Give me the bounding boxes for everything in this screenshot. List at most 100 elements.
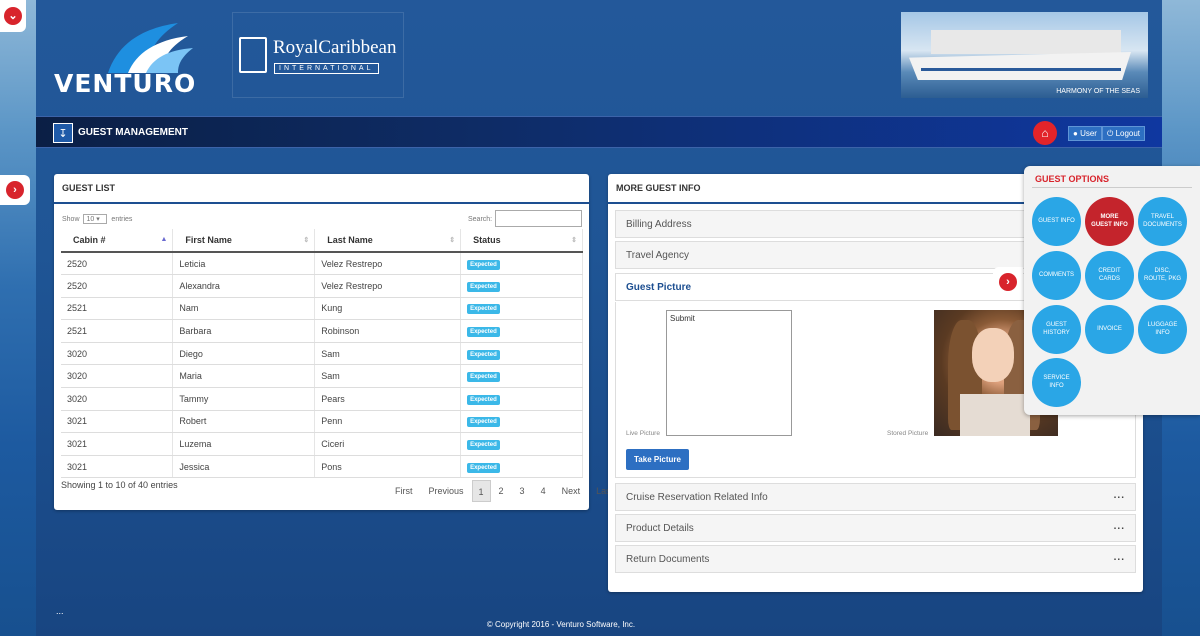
status-badge: Expected xyxy=(467,327,500,338)
option-credit-cards[interactable]: CREDIT CARDS xyxy=(1085,251,1134,300)
table-row[interactable]: 3021 Luzema Ciceri Expected xyxy=(61,432,583,456)
option-service-info[interactable]: SERVICE INFO xyxy=(1032,358,1081,407)
guest-list-title: GUEST LIST xyxy=(54,174,589,204)
table-row[interactable]: 3020 Maria Sam Expected xyxy=(61,364,583,389)
table-row[interactable]: 2520 Alexandra Velez Restrepo Expected xyxy=(61,274,583,298)
cell-status: Expected xyxy=(460,387,583,411)
live-picture-label: Live Picture xyxy=(626,430,660,437)
ship-image: HARMONY OF THE SEAS xyxy=(901,12,1148,98)
more-dots-icon[interactable]: ... xyxy=(1114,552,1125,563)
page-first[interactable]: First xyxy=(387,480,421,502)
table-row[interactable]: 2520 Leticia Velez Restrepo Expected xyxy=(61,252,583,276)
option-travel-documents[interactable]: TRAVEL DOCUMENTS xyxy=(1138,197,1187,246)
status-badge: Expected xyxy=(467,259,500,270)
page-3[interactable]: 3 xyxy=(512,480,533,502)
cell-last: Robinson xyxy=(314,319,462,343)
entries-select[interactable]: 10 ▾ xyxy=(83,214,108,224)
sort-asc-icon: ▲ xyxy=(160,236,168,243)
accordion-return-documents[interactable]: Return Documents... xyxy=(615,545,1136,573)
search-input[interactable] xyxy=(495,210,582,227)
user-button[interactable]: ● User xyxy=(1068,126,1102,141)
pagination: First Previous 1 2 3 4 Next Last xyxy=(387,480,621,502)
option-guest-info[interactable]: GUEST INFO xyxy=(1032,197,1081,246)
cell-status: Expected xyxy=(460,455,583,479)
cell-last: Sam xyxy=(314,364,462,389)
page-2[interactable]: 2 xyxy=(491,480,512,502)
cell-cabin: 2520 xyxy=(61,274,174,298)
crown-anchor-icon xyxy=(239,37,267,73)
cell-cabin: 2521 xyxy=(61,319,174,343)
cell-first: Luzema xyxy=(172,432,316,456)
venturo-wave-icon xyxy=(108,23,193,73)
guest-options-title: GUEST OPTIONS xyxy=(1035,174,1110,184)
option-luggage-info[interactable]: LUGGAGE INFO xyxy=(1138,305,1187,354)
status-badge: Expected xyxy=(467,440,500,451)
cell-status: Expected xyxy=(460,252,583,276)
side-panel-toggle[interactable]: › xyxy=(0,175,30,205)
status-badge: Expected xyxy=(467,372,500,383)
cell-cabin: 3020 xyxy=(61,387,174,411)
chevron-right-icon: › xyxy=(999,273,1017,291)
cell-last: Velez Restrepo xyxy=(314,274,462,298)
cell-first: Jessica xyxy=(172,455,316,479)
venturo-logo: VENTURO xyxy=(52,18,217,98)
option-disc-route-pkg[interactable]: DISC, ROUTE, PKG xyxy=(1138,251,1187,300)
option-comments[interactable]: COMMENTS xyxy=(1032,251,1081,300)
chevron-down-icon: ⌄ xyxy=(4,7,22,25)
cell-cabin: 3020 xyxy=(61,342,174,366)
status-badge: Expected xyxy=(467,349,500,360)
more-dots-icon[interactable]: ... xyxy=(1114,490,1125,501)
page-previous[interactable]: Previous xyxy=(421,480,472,502)
page-1[interactable]: 1 xyxy=(471,480,491,502)
top-panel-toggle[interactable]: ⌄ xyxy=(0,0,26,32)
page-4[interactable]: 4 xyxy=(533,480,554,502)
cell-first: Nam xyxy=(172,297,316,321)
take-picture-button[interactable]: Take Picture xyxy=(626,449,689,470)
accordion-cruise-reservation[interactable]: Cruise Reservation Related Info... xyxy=(615,483,1136,511)
home-icon: ⌂ xyxy=(1041,126,1049,140)
cell-cabin: 3020 xyxy=(61,364,174,389)
cell-first: Tammy xyxy=(172,387,316,411)
accordion-product-details[interactable]: Product Details... xyxy=(615,514,1136,542)
column-last-name[interactable]: Last Name ⇕ xyxy=(314,229,462,253)
cell-last: Sam xyxy=(314,342,462,366)
cell-status: Expected xyxy=(460,342,583,366)
cell-status: Expected xyxy=(460,410,583,434)
option-guest-history[interactable]: GUEST HISTORY xyxy=(1032,305,1081,354)
cell-last: Pons xyxy=(314,455,462,479)
cell-status: Expected xyxy=(460,297,583,321)
download-icon: ↧ xyxy=(53,123,73,143)
table-row[interactable]: 2521 Nam Kung Expected xyxy=(61,297,583,321)
table-row[interactable]: 3020 Tammy Pears Expected xyxy=(61,387,583,411)
options-panel-toggle[interactable]: › xyxy=(993,267,1023,297)
table-row[interactable]: 2521 Barbara Robinson Expected xyxy=(61,319,583,343)
status-badge: Expected xyxy=(467,462,500,473)
cell-status: Expected xyxy=(460,319,583,343)
live-picture-box[interactable]: Submit xyxy=(666,310,792,436)
cell-first: Maria xyxy=(172,364,316,389)
logout-button[interactable]: ⏻ Logout xyxy=(1102,126,1146,141)
column-status[interactable]: Status ⇕ xyxy=(460,229,583,253)
option-invoice[interactable]: INVOICE xyxy=(1085,305,1134,354)
cell-last: Penn xyxy=(314,410,462,434)
royal-caribbean-logo: RoyalCaribbean INTERNATIONAL xyxy=(232,12,404,98)
cell-last: Velez Restrepo xyxy=(314,252,462,276)
more-dots-icon[interactable]: ... xyxy=(1114,521,1125,532)
partner-subtitle: INTERNATIONAL xyxy=(274,63,379,74)
cell-last: Ciceri xyxy=(314,432,462,456)
home-button[interactable]: ⌂ xyxy=(1033,121,1057,145)
table-row[interactable]: 3021 Robert Penn Expected xyxy=(61,410,583,434)
table-row[interactable]: 3021 Jessica Pons Expected xyxy=(61,455,583,479)
cell-first: Diego xyxy=(172,342,316,366)
page-next[interactable]: Next xyxy=(554,480,589,502)
column-first-name[interactable]: First Name ⇕ xyxy=(172,229,316,253)
show-entries: Show 10 ▾ entries xyxy=(62,214,133,224)
option-more-guest-info[interactable]: MORE GUEST INFO xyxy=(1085,197,1134,246)
cell-first: Leticia xyxy=(172,252,316,276)
cell-cabin: 3021 xyxy=(61,410,174,434)
column-cabin[interactable]: Cabin # ▲ xyxy=(61,229,174,253)
cell-last: Pears xyxy=(314,387,462,411)
table-row[interactable]: 3020 Diego Sam Expected xyxy=(61,342,583,366)
cell-first: Alexandra xyxy=(172,274,316,298)
stored-picture-label: Stored Picture xyxy=(887,430,929,437)
